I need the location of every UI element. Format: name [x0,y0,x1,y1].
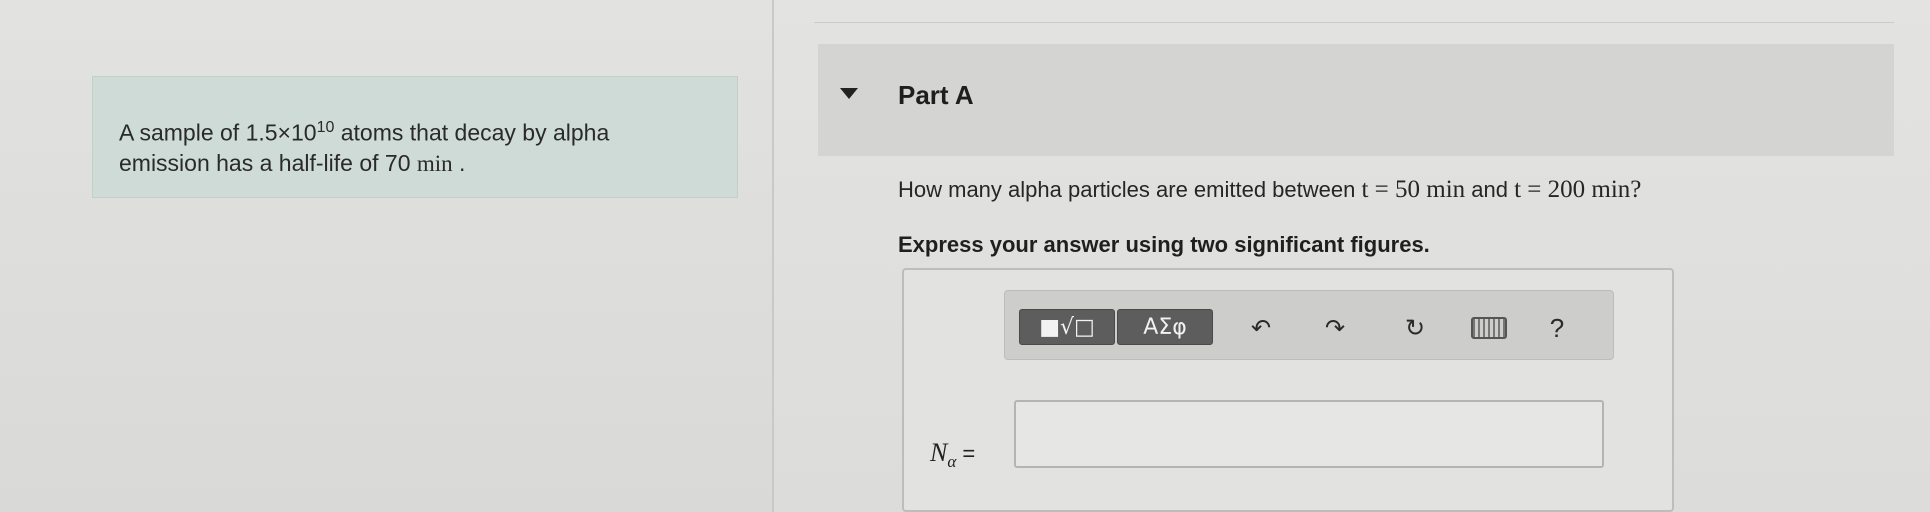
keyboard-shortcuts-button[interactable] [1471,315,1507,341]
keyboard-icon [1471,317,1507,339]
problem-pane: A sample of 1.5×1010 atoms that decay by… [0,0,774,512]
instruction-text: Express your answer using two significan… [898,232,1430,257]
question-and: and [1465,177,1515,202]
question-prefix: How many alpha particles are emitted bet… [898,177,1362,202]
part-header[interactable] [818,44,1894,156]
problem-period: . [452,149,466,176]
undo-icon[interactable]: ↶ [1243,314,1279,342]
variable-subscript: α [947,452,957,472]
templates-icon: ■√□ [1039,314,1095,340]
greek-symbols-label: ΑΣφ [1143,314,1187,340]
problem-text-prefix: A sample of 1.5×10 [119,119,317,146]
part-title[interactable]: Part A [898,80,974,111]
variable-name: N [930,438,948,467]
problem-text-line2: emission has a half-life of 70 [119,149,417,176]
question-pane: Part A How many alpha particles are emit… [774,0,1930,512]
symbols-button[interactable]: ΑΣφ [1117,309,1213,345]
problem-statement-box: A sample of 1.5×1010 atoms that decay by… [92,76,738,198]
problem-text-middle: atoms that decay by alpha [334,119,610,146]
redo-icon[interactable]: ↷ [1317,314,1353,342]
question-time-start: t = 50 min [1361,176,1466,203]
problem-exponent: 10 [316,119,335,136]
math-toolbar: ■√□ ΑΣφ ↶ ↷ ↻ ? [1004,290,1614,360]
answer-box: ■√□ ΑΣφ ↶ ↷ ↻ ? Nα = [902,268,1674,512]
answer-input[interactable] [1014,400,1604,468]
problem-statement: A sample of 1.5×1010 atoms that decay by… [119,113,719,179]
divider [814,22,1894,23]
equals-sign: = [956,441,976,466]
templates-button[interactable]: ■√□ [1019,309,1115,345]
answer-variable-label: Nα = [930,438,975,472]
collapse-caret-icon[interactable] [840,88,858,99]
problem-unit: min [416,150,453,176]
question-time-end: t = 200 min? [1514,176,1642,203]
help-button[interactable]: ? [1539,313,1575,343]
question-text: How many alpha particles are emitted bet… [898,176,1898,204]
reset-icon[interactable]: ↻ [1397,314,1433,342]
